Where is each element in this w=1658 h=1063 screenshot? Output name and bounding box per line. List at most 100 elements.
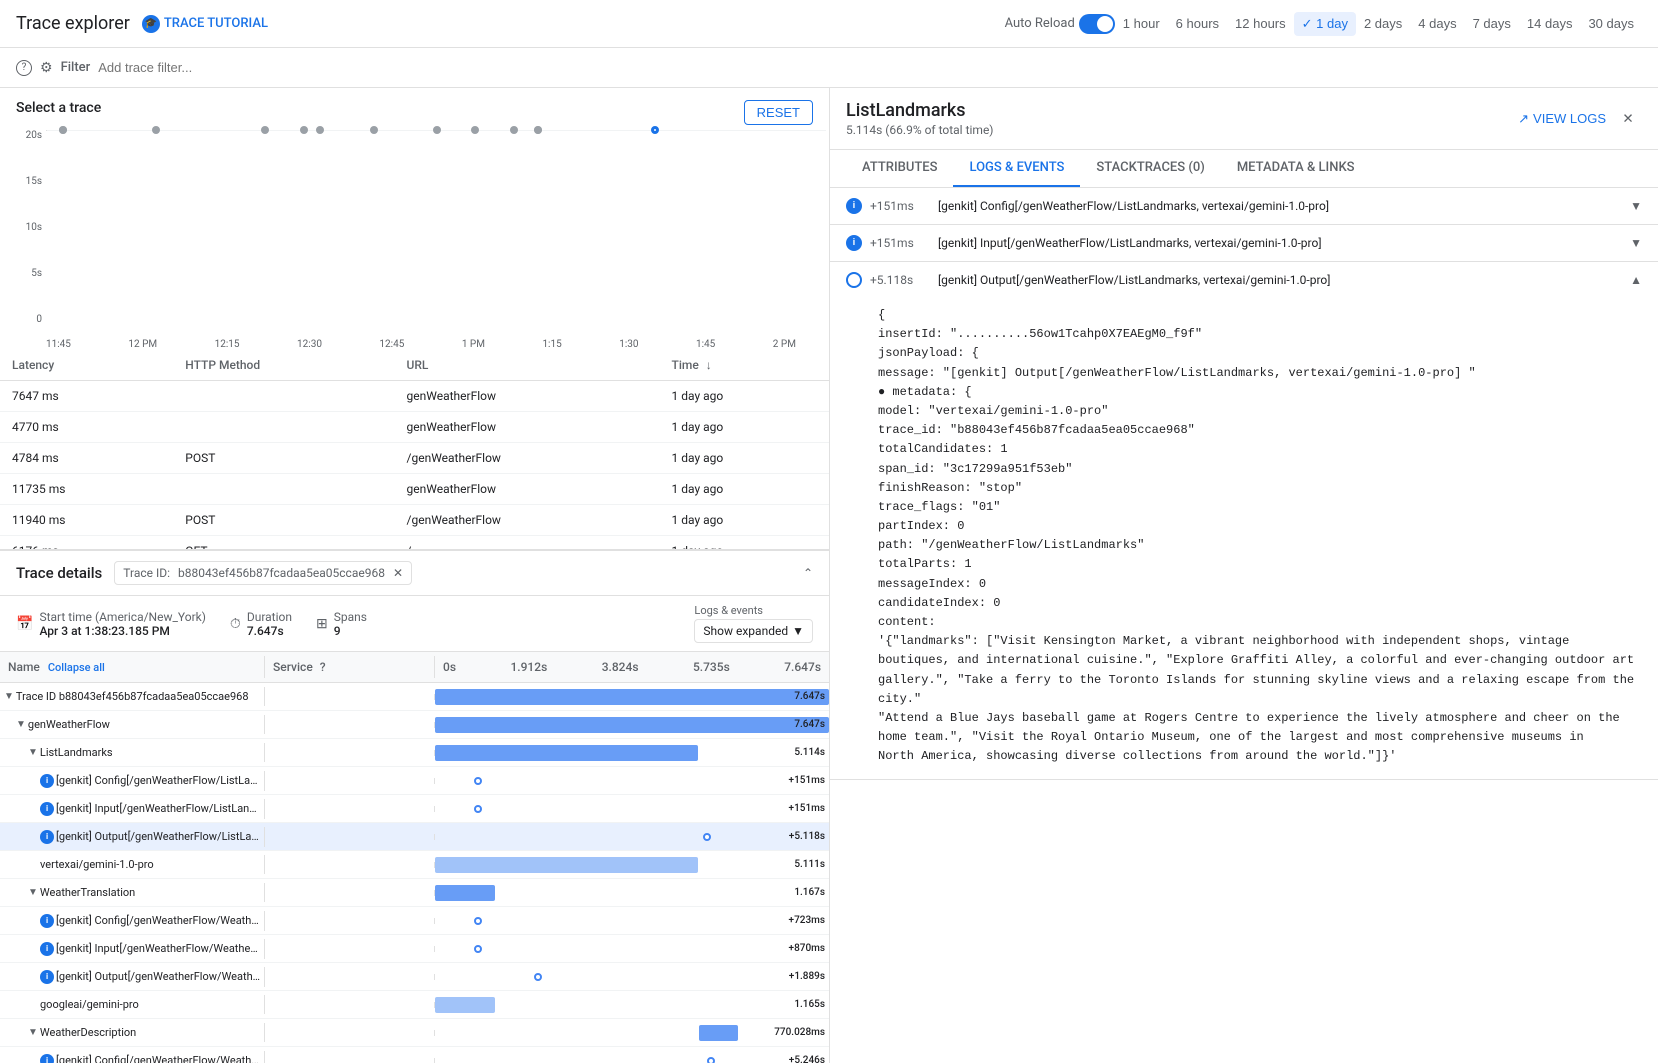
- table-row[interactable]: 4784 ms POST /genWeatherFlow 1 day ago: [0, 443, 829, 474]
- span-row[interactable]: i[genkit] Input[/genWeatherFlow/ListLand…: [0, 795, 829, 823]
- filter-input[interactable]: [98, 60, 1642, 75]
- time-4d[interactable]: 4 days: [1410, 12, 1464, 35]
- cell-url: /genWeatherFlow: [395, 443, 660, 474]
- trace-details-section: Trace details Trace ID: b88043ef456b87fc…: [0, 549, 829, 1063]
- time-14d[interactable]: 14 days: [1519, 12, 1581, 35]
- span-timeline-cell: 5.111s: [435, 862, 829, 868]
- table-row[interactable]: 11940 ms POST /genWeatherFlow 1 day ago: [0, 505, 829, 536]
- span-row[interactable]: ▼ListLandmarks 5.114s: [0, 739, 829, 767]
- tab-logs-events[interactable]: LOGS & EVENTS: [953, 150, 1080, 187]
- col-latency[interactable]: Latency: [0, 350, 173, 381]
- trace-details-header: Trace details Trace ID: b88043ef456b87fc…: [0, 551, 829, 596]
- span-service-cell: [265, 1030, 435, 1036]
- table-row[interactable]: 6176 ms GET / 1 day ago: [0, 536, 829, 550]
- time-12h[interactable]: 12 hours: [1227, 12, 1294, 35]
- log-expand-icon[interactable]: ▲: [1630, 273, 1642, 287]
- log-entry: i +151ms [genkit] Config[/genWeatherFlow…: [830, 188, 1658, 225]
- table-row[interactable]: 7647 ms genWeatherFlow 1 day ago: [0, 381, 829, 412]
- span-name-label: Name: [8, 660, 40, 674]
- table-row[interactable]: 11735 ms genWeatherFlow 1 day ago: [0, 474, 829, 505]
- chevron-icon[interactable]: ▼: [4, 691, 14, 702]
- scatter-dot[interactable]: [316, 126, 324, 134]
- span-row[interactable]: i[genkit] Config[/genWeatherFlow/ListLan…: [0, 767, 829, 795]
- x-label: 1:15: [542, 339, 561, 350]
- span-row[interactable]: i[genkit] Output[/genWeatherFlow/ListLan…: [0, 823, 829, 851]
- scatter-dot[interactable]: [534, 126, 542, 134]
- log-entry-header[interactable]: i +151ms [genkit] Config[/genWeatherFlow…: [830, 188, 1658, 224]
- scatter-dot[interactable]: [152, 126, 160, 134]
- log-body-line: message: "[genkit] Output[/genWeatherFlo…: [878, 364, 1642, 383]
- cell-method: [173, 474, 394, 505]
- span-name-text: WeatherDescription: [40, 1026, 136, 1039]
- tab-metadata[interactable]: METADATA & LINKS: [1221, 150, 1371, 187]
- scatter-dot[interactable]: [59, 126, 67, 134]
- reset-button[interactable]: RESET: [744, 100, 813, 125]
- trace-tutorial-badge[interactable]: 🎓 TRACE TUTORIAL: [142, 15, 268, 33]
- filter-label[interactable]: Filter: [61, 60, 91, 75]
- y-axis: 20s 15s 10s 5s 0: [16, 130, 46, 325]
- col-url[interactable]: URL: [395, 350, 660, 381]
- scatter-dot[interactable]: [471, 126, 479, 134]
- filter-icon: ⚙: [40, 60, 53, 76]
- help-icon[interactable]: ?: [16, 60, 32, 76]
- x-label: 12:15: [215, 339, 240, 350]
- auto-reload-toggle[interactable]: [1079, 14, 1115, 34]
- right-panel-header: ListLandmarks 5.114s (66.9% of total tim…: [830, 88, 1658, 150]
- time-1h[interactable]: 1 hour: [1115, 12, 1168, 35]
- col-method[interactable]: HTTP Method: [173, 350, 394, 381]
- span-row[interactable]: i[genkit] Config[/genWeatherFlow/Weather…: [0, 907, 829, 935]
- collapse-all-btn[interactable]: Collapse all: [48, 661, 105, 674]
- tab-attributes[interactable]: ATTRIBUTES: [846, 150, 953, 187]
- scatter-dot[interactable]: [370, 126, 378, 134]
- span-row[interactable]: ▼genWeatherFlow 7.647s: [0, 711, 829, 739]
- expand-icon[interactable]: ⌃: [803, 566, 813, 580]
- time-1d[interactable]: 1 day: [1294, 12, 1356, 36]
- service-help-icon[interactable]: ?: [320, 660, 326, 674]
- tutorial-label: TRACE TUTORIAL: [164, 16, 268, 31]
- log-entry-header[interactable]: +5.118s [genkit] Output[/genWeatherFlow/…: [830, 262, 1658, 298]
- tab-stacktraces[interactable]: STACKTRACES (0): [1080, 150, 1220, 187]
- close-right-panel-button[interactable]: ✕: [1614, 105, 1642, 133]
- time-7d[interactable]: 7 days: [1465, 12, 1519, 35]
- span-row[interactable]: i[genkit] Config[/genWeatherFlow/Weather…: [0, 1047, 829, 1063]
- log-entry-header[interactable]: i +151ms [genkit] Input[/genWeatherFlow/…: [830, 225, 1658, 261]
- span-timeline-cell: 1.167s: [435, 890, 829, 896]
- time-6h[interactable]: 6 hours: [1168, 12, 1227, 35]
- span-row[interactable]: i[genkit] Input[/genWeatherFlow/WeatherT…: [0, 935, 829, 963]
- chevron-icon[interactable]: ▼: [28, 887, 38, 898]
- log-expand-icon[interactable]: ▼: [1630, 236, 1642, 250]
- scatter-chart: 20s 15s 10s 5s 0: [16, 130, 796, 350]
- log-text: [genkit] Input[/genWeatherFlow/ListLandm…: [938, 236, 1622, 250]
- span-row[interactable]: ▼WeatherDescription 770.028ms: [0, 1019, 829, 1047]
- clear-trace-icon[interactable]: ✕: [393, 566, 403, 580]
- table-row[interactable]: 4770 ms genWeatherFlow 1 day ago: [0, 412, 829, 443]
- time-30d[interactable]: 30 days: [1580, 12, 1642, 35]
- span-row[interactable]: ▼Trace ID b88043ef456b87fcadaa5ea05ccae9…: [0, 683, 829, 711]
- log-expand-icon[interactable]: ▼: [1630, 199, 1642, 213]
- dropdown-chevron-icon: ▼: [792, 624, 804, 638]
- scatter-dot[interactable]: [261, 126, 269, 134]
- log-body-line: "Attend a Blue Jays baseball game at Rog…: [878, 709, 1642, 728]
- span-row[interactable]: googleai/gemini-pro 1.165s: [0, 991, 829, 1019]
- logs-events-dropdown: Logs & events Show expanded ▼: [694, 604, 813, 643]
- view-logs-button[interactable]: ↗ VIEW LOGS: [1518, 111, 1606, 127]
- span-row[interactable]: ▼WeatherTranslation 1.167s: [0, 879, 829, 907]
- chevron-icon[interactable]: ▼: [28, 747, 38, 758]
- chevron-icon[interactable]: ▼: [28, 1027, 38, 1038]
- span-row[interactable]: vertexai/gemini-1.0-pro 5.111s: [0, 851, 829, 879]
- span-dot: [534, 973, 542, 981]
- span-name-cell: ▼ListLandmarks: [0, 743, 265, 762]
- info-badge: i: [40, 830, 54, 844]
- y-label-5s: 5s: [31, 268, 42, 279]
- span-row[interactable]: i[genkit] Output[/genWeatherFlow/Weather…: [0, 963, 829, 991]
- logs-dropdown-select[interactable]: Show expanded ▼: [694, 619, 813, 643]
- time-2d[interactable]: 2 days: [1356, 12, 1410, 35]
- scatter-dot[interactable]: [510, 126, 518, 134]
- spans-icon: ⊞: [316, 616, 328, 632]
- scatter-dot[interactable]: [300, 126, 308, 134]
- chevron-icon[interactable]: ▼: [16, 719, 26, 730]
- scatter-dot-selected[interactable]: [651, 126, 659, 134]
- scatter-dot[interactable]: [433, 126, 441, 134]
- col-time[interactable]: Time ↓: [660, 350, 829, 381]
- x-label: 12:45: [379, 339, 404, 350]
